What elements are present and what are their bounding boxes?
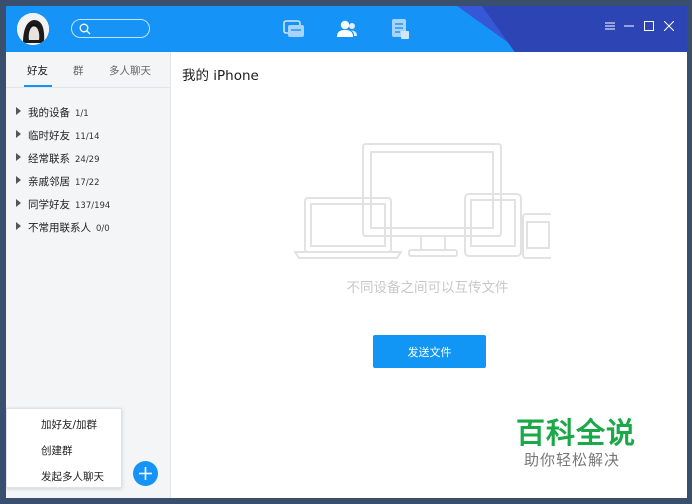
files-icon[interactable]	[388, 18, 412, 40]
contact-group[interactable]: 经常联系 24/29	[6, 148, 171, 168]
group-count: 11/14	[75, 132, 100, 142]
menu-item-add-friend[interactable]: 加好友/加群	[41, 417, 97, 432]
expand-arrow-icon	[16, 222, 21, 230]
add-button[interactable]	[133, 461, 158, 486]
group-name: 亲戚邻居	[28, 176, 70, 188]
expand-arrow-icon	[16, 130, 21, 138]
expand-arrow-icon	[16, 199, 21, 207]
avatar[interactable]	[17, 13, 49, 45]
watermark-subtitle: 助你轻松解决	[524, 451, 621, 469]
expand-arrow-icon	[16, 176, 21, 184]
close-icon[interactable]	[664, 21, 674, 31]
watermark-title: 百科全说	[516, 416, 637, 450]
contact-group[interactable]: 我的设备 1/1	[6, 102, 171, 122]
add-menu-popup: 加好友/加群 创建群 发起多人聊天	[6, 408, 122, 488]
minimize-icon[interactable]	[624, 21, 634, 31]
devices-illustration-icon	[293, 143, 551, 259]
group-count: 0/0	[96, 224, 110, 234]
maximize-icon[interactable]	[644, 21, 654, 31]
group-count: 17/22	[75, 178, 100, 188]
search-icon	[79, 23, 91, 35]
group-name: 临时好友	[28, 130, 70, 142]
tab-groups[interactable]: 群	[73, 63, 84, 78]
plus-icon	[139, 467, 152, 480]
hint-text: 不同设备之间可以互传文件	[346, 280, 509, 296]
page-title: 我的 iPhone	[182, 68, 259, 84]
expand-arrow-icon	[16, 153, 21, 161]
app-window: 好友 群 多人聊天 我的设备 1/1 临时好友 11/14 经常联系 24/29 亲戚…	[6, 6, 687, 498]
menu-item-create-group[interactable]: 创建群	[41, 443, 73, 458]
search-box[interactable]	[71, 19, 150, 38]
sidebar-tabs: 好友 群 多人聊天	[6, 52, 171, 88]
expand-arrow-icon	[16, 107, 21, 115]
menu-icon[interactable]	[605, 21, 615, 31]
messages-icon[interactable]	[282, 18, 306, 40]
contact-group[interactable]: 临时好友 11/14	[6, 125, 171, 145]
tab-multi-chat[interactable]: 多人聊天	[109, 63, 151, 78]
group-count: 137/194	[75, 201, 111, 211]
contact-group[interactable]: 不常用联系人 0/0	[6, 217, 171, 237]
contact-group[interactable]: 亲戚邻居 17/22	[6, 171, 171, 191]
tab-friends[interactable]: 好友	[27, 63, 48, 78]
title-bar	[6, 6, 687, 52]
group-count: 24/29	[75, 155, 100, 165]
menu-item-start-multi-chat[interactable]: 发起多人聊天	[41, 469, 104, 484]
group-name: 不常用联系人	[28, 222, 91, 234]
group-name: 同学好友	[28, 199, 70, 211]
group-name: 经常联系	[28, 153, 70, 165]
group-name: 我的设备	[28, 107, 70, 119]
group-count: 1/1	[75, 109, 89, 119]
contacts-icon[interactable]	[334, 18, 358, 40]
send-file-button[interactable]: 发送文件	[373, 335, 486, 368]
contact-group[interactable]: 同学好友 137/194	[6, 194, 171, 214]
